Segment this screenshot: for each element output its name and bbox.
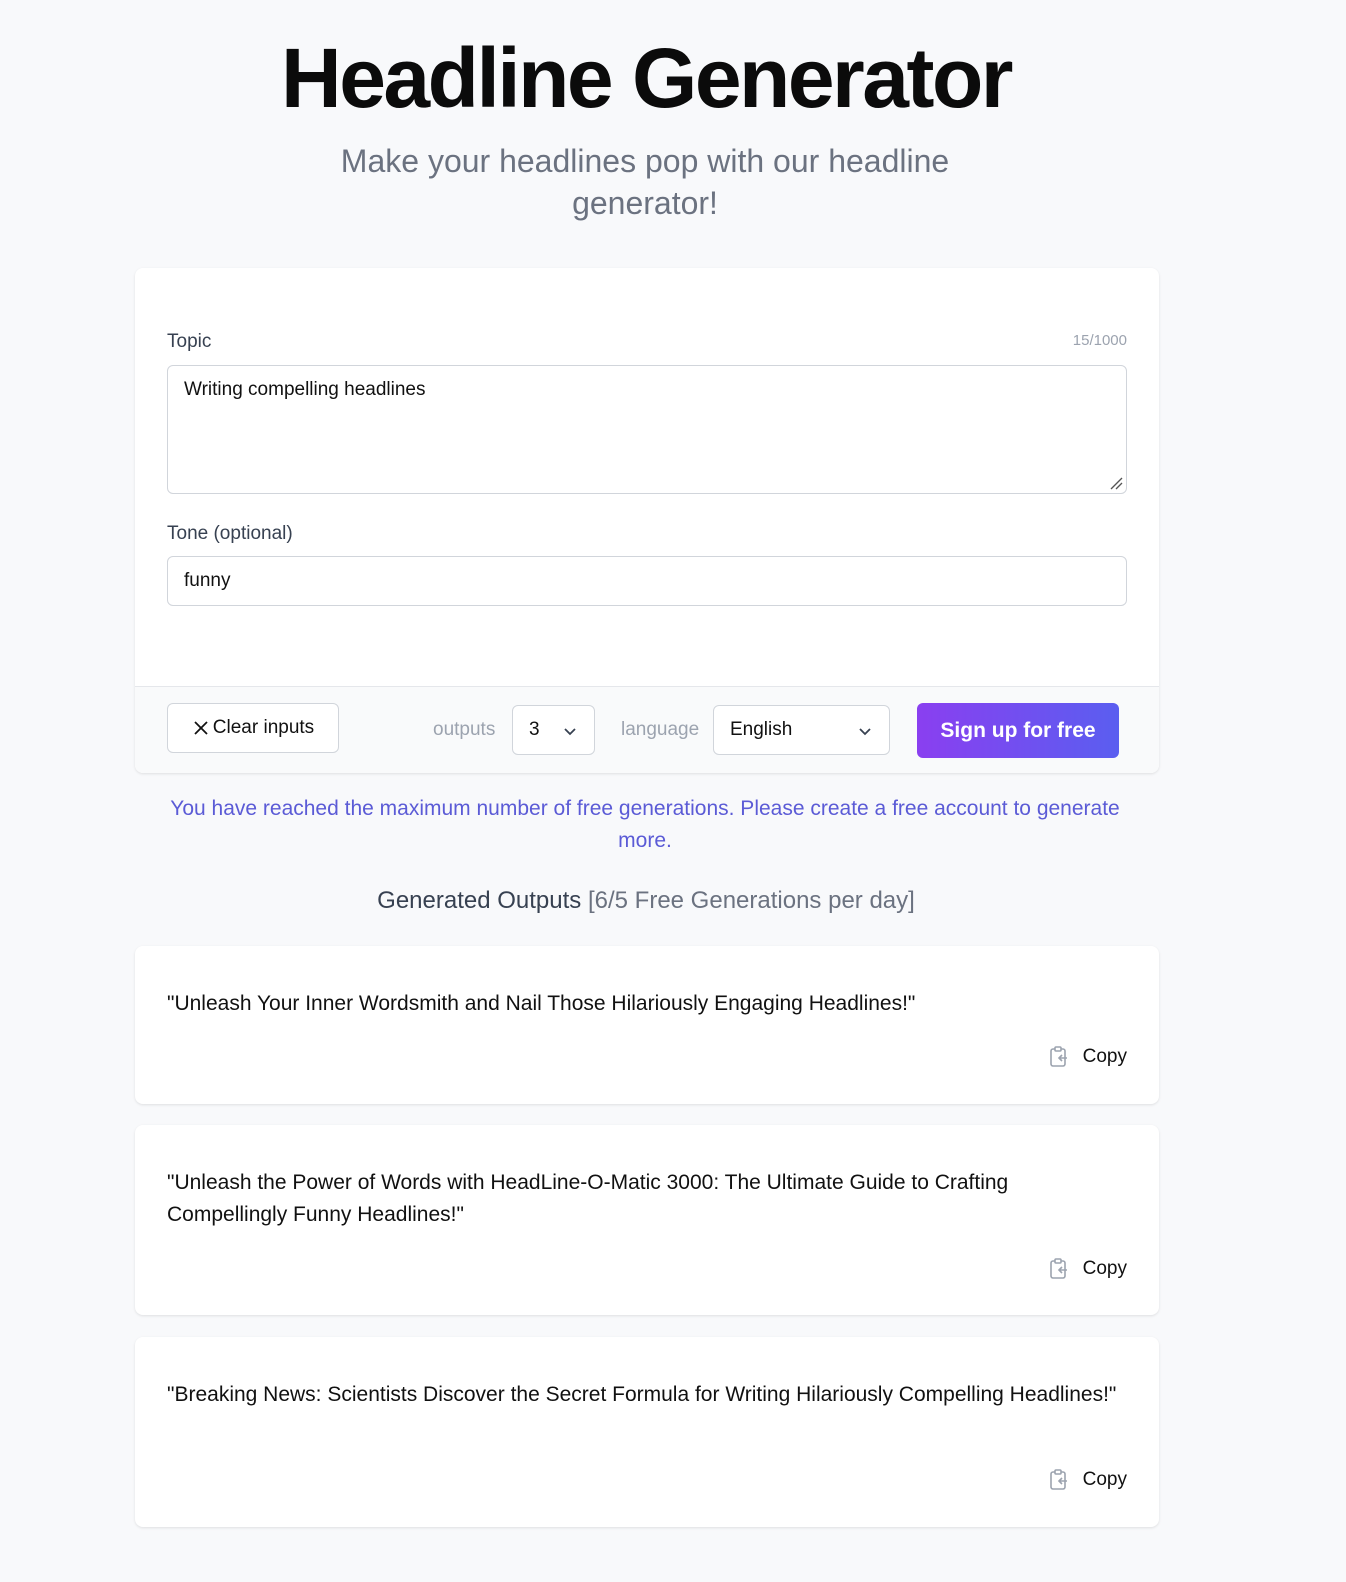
outputs-label: outputs [433, 719, 496, 740]
tone-input[interactable]: funny [167, 556, 1127, 606]
copy-label: Copy [1082, 1046, 1127, 1067]
page-subtitle: Make your headlines pop with our headlin… [340, 143, 950, 221]
chevron-down-icon [859, 728, 871, 736]
clipboard-icon [1049, 1469, 1067, 1490]
language-value: English [730, 719, 793, 740]
sign-up-button[interactable]: Sign up for free [917, 703, 1119, 758]
page: Headline Generator Make your headlines p… [0, 0, 1346, 1582]
copy-button[interactable]: Copy [1047, 1045, 1127, 1069]
clipboard-icon [1049, 1258, 1067, 1279]
output-card: "Unleash the Power of Words with HeadLin… [135, 1125, 1159, 1315]
clipboard-icon [1049, 1046, 1067, 1067]
clear-inputs-button[interactable]: Clear inputs [167, 703, 339, 753]
output-text: "Breaking News: Scientists Discover the … [167, 1383, 1117, 1406]
copy-button[interactable]: Copy [1047, 1468, 1127, 1492]
close-icon [194, 721, 208, 735]
resize-handle-icon[interactable] [1109, 476, 1123, 490]
output-text: "Unleash Your Inner Wordsmith and Nail T… [167, 992, 916, 1015]
tone-value: funny [184, 570, 231, 591]
output-card: "Unleash Your Inner Wordsmith and Nail T… [135, 946, 1159, 1104]
output-card: "Breaking News: Scientists Discover the … [135, 1337, 1159, 1527]
outputs-title: Generated Outputs [377, 887, 582, 914]
form-footer: Clear inputs outputs 3 language English … [135, 686, 1159, 773]
copy-label: Copy [1082, 1258, 1127, 1279]
language-select[interactable]: English [713, 705, 890, 755]
outputs-heading: Generated Outputs [6/5 Free Generations … [0, 884, 1292, 918]
chevron-down-icon [564, 728, 576, 736]
output-text: "Unleash the Power of Words with HeadLin… [167, 1171, 1009, 1226]
copy-button[interactable]: Copy [1047, 1257, 1127, 1281]
generation-quota: [6/5 Free Generations per day] [587, 887, 915, 914]
outputs-value: 3 [529, 719, 540, 740]
limit-notice: You have reached the maximum number of f… [170, 797, 1120, 852]
tone-label: Tone (optional) [167, 523, 293, 544]
topic-char-counter: 15/1000 [1072, 332, 1127, 349]
topic-label: Topic [167, 331, 212, 352]
copy-label: Copy [1082, 1469, 1127, 1490]
page-title: Headline Generator [281, 31, 1013, 125]
topic-textarea[interactable]: Writing compelling headlines [167, 365, 1127, 494]
generator-form: Topic 15/1000 Writing compelling headlin… [135, 268, 1159, 773]
clear-inputs-label: Clear inputs [212, 717, 315, 738]
topic-value: Writing compelling headlines [184, 379, 426, 400]
language-label: language [621, 719, 700, 740]
outputs-select[interactable]: 3 [512, 705, 595, 755]
